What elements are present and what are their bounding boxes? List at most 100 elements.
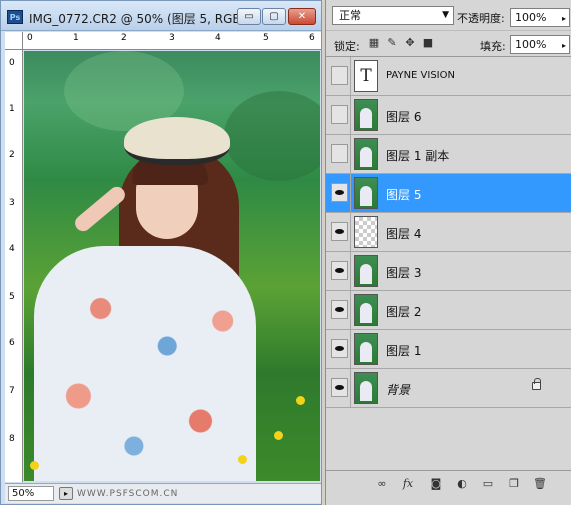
watermark-text: WWW.PSFSCOM.CN	[77, 489, 179, 499]
trash-icon[interactable]: 🗑	[532, 476, 548, 492]
divider	[350, 213, 351, 252]
opacity-field[interactable]: 100% ▸	[510, 8, 570, 27]
visibility-toggle[interactable]	[331, 105, 348, 124]
ruler-tick: 3	[9, 198, 15, 208]
layer-row[interactable]: 背景	[326, 369, 571, 408]
link-icon[interactable]: ∞	[374, 476, 390, 492]
layer-name[interactable]: 图层 1 副本	[386, 147, 449, 164]
fill-label: 填充:	[480, 40, 506, 53]
ruler-tick: 5	[263, 33, 269, 43]
background-bokeh	[224, 91, 320, 181]
document-window: Ps IMG_0772.CR2 @ 50% (图层 5, RGB/... ▭ ▢…	[0, 0, 322, 505]
layer-row[interactable]: 图层 2	[326, 291, 571, 330]
ruler-origin[interactable]	[5, 32, 23, 50]
divider	[350, 369, 351, 408]
ruler-tick: 3	[169, 33, 175, 43]
layers-list: T PAYNE VISION 图层 6 图层 1 副本 图层 5 图层 4 图层…	[326, 56, 571, 466]
layer-thumbnail	[354, 333, 378, 365]
divider	[350, 57, 351, 96]
lock-icon	[532, 378, 541, 390]
layer-row[interactable]: 图层 6	[326, 96, 571, 135]
layer-thumbnail	[354, 372, 378, 404]
eye-icon[interactable]	[331, 183, 348, 202]
layer-name[interactable]: 图层 6	[386, 108, 421, 125]
chevron-right-icon[interactable]: ▸	[562, 37, 566, 54]
folder-icon[interactable]: ▭	[480, 476, 496, 492]
yellow-flower	[238, 455, 247, 464]
divider	[350, 174, 351, 213]
lock-transparency-icon[interactable]: ▦	[368, 37, 380, 49]
lock-position-icon[interactable]: ✥	[404, 37, 416, 49]
fx-icon[interactable]: fx	[400, 476, 416, 492]
layer-thumbnail	[354, 177, 378, 209]
visibility-toggle[interactable]	[331, 66, 348, 85]
horizontal-ruler[interactable]: 0 1 2 3 4 5 6	[23, 32, 321, 50]
eye-icon[interactable]	[331, 339, 348, 358]
layer-row[interactable]: T PAYNE VISION	[326, 57, 571, 96]
divider	[350, 291, 351, 330]
opacity-value: 100%	[515, 11, 547, 24]
blend-mode-value: 正常	[339, 9, 361, 22]
layer-thumbnail	[354, 216, 378, 248]
ruler-tick: 0	[9, 58, 15, 68]
yellow-flower	[274, 431, 283, 440]
lock-all-icon[interactable]: ■	[422, 37, 434, 49]
image-canvas[interactable]	[24, 51, 320, 481]
maximize-button[interactable]: ▢	[262, 8, 286, 25]
layer-name[interactable]: 图层 2	[386, 303, 421, 320]
eye-icon[interactable]	[331, 261, 348, 280]
layer-name[interactable]: 背景	[386, 381, 410, 398]
eye-icon[interactable]	[331, 378, 348, 397]
layer-row[interactable]: 图层 4	[326, 213, 571, 252]
layer-row[interactable]: 图层 3	[326, 252, 571, 291]
new-layer-icon[interactable]: ❐	[506, 476, 522, 492]
mask-icon[interactable]: ◙	[428, 476, 444, 492]
subject-dress	[34, 246, 256, 481]
divider	[350, 252, 351, 291]
minimize-button[interactable]: ▭	[237, 8, 261, 25]
blend-mode-select[interactable]: 正常 ▼	[332, 6, 454, 25]
close-button[interactable]: ✕	[288, 8, 316, 25]
document-titlebar[interactable]: Ps IMG_0772.CR2 @ 50% (图层 5, RGB/... ▭ ▢…	[1, 1, 321, 31]
eye-icon[interactable]	[331, 222, 348, 241]
vertical-ruler[interactable]: 0 1 2 3 4 5 6 7 8	[5, 50, 23, 482]
document-title: IMG_0772.CR2 @ 50% (图层 5, RGB/...	[29, 12, 257, 26]
eye-icon[interactable]	[331, 300, 348, 319]
chevron-down-icon: ▼	[442, 10, 449, 20]
divider	[350, 135, 351, 174]
chevron-right-icon[interactable]: ▸	[562, 10, 566, 27]
layer-row-selected[interactable]: 图层 5	[326, 174, 571, 213]
ruler-tick: 6	[309, 33, 315, 43]
lock-label: 锁定:	[334, 40, 360, 53]
layer-name[interactable]: 图层 5	[386, 186, 421, 203]
fill-field[interactable]: 100% ▸	[510, 35, 570, 54]
lock-row: 锁定: ▦ ✎ ✥ ■ 填充: 100% ▸	[326, 30, 571, 56]
opacity-label: 不透明度:	[457, 12, 505, 25]
ruler-tick: 8	[9, 434, 15, 444]
adjustment-icon[interactable]: ◐	[454, 476, 470, 492]
layer-thumbnail	[354, 138, 378, 170]
layer-row[interactable]: 图层 1	[326, 330, 571, 369]
visibility-toggle[interactable]	[331, 144, 348, 163]
layer-name[interactable]: PAYNE VISION	[386, 70, 455, 81]
layer-name[interactable]: 图层 3	[386, 264, 421, 281]
layer-name[interactable]: 图层 4	[386, 225, 421, 242]
lock-image-icon[interactable]: ✎	[386, 37, 398, 49]
ruler-tick: 0	[27, 33, 33, 43]
status-bar: 50% ▸ WWW.PSFSCOM.CN	[5, 483, 321, 503]
ruler-tick: 7	[9, 386, 15, 396]
ruler-tick: 2	[121, 33, 127, 43]
photoshop-workspace: Ps IMG_0772.CR2 @ 50% (图层 5, RGB/... ▭ ▢…	[0, 0, 571, 505]
divider	[350, 330, 351, 369]
ruler-tick: 6	[9, 338, 15, 348]
divider	[350, 96, 351, 135]
layer-thumbnail	[354, 255, 378, 287]
zoom-field[interactable]: 50%	[8, 486, 54, 501]
ruler-tick: 4	[9, 244, 15, 254]
status-menu-icon[interactable]: ▸	[59, 487, 73, 500]
yellow-flower	[30, 461, 39, 470]
layer-name[interactable]: 图层 1	[386, 342, 421, 359]
layers-options-row: 正常 ▼ 不透明度: 100% ▸	[326, 2, 571, 28]
fill-value: 100%	[515, 38, 547, 51]
layer-row[interactable]: 图层 1 副本	[326, 135, 571, 174]
